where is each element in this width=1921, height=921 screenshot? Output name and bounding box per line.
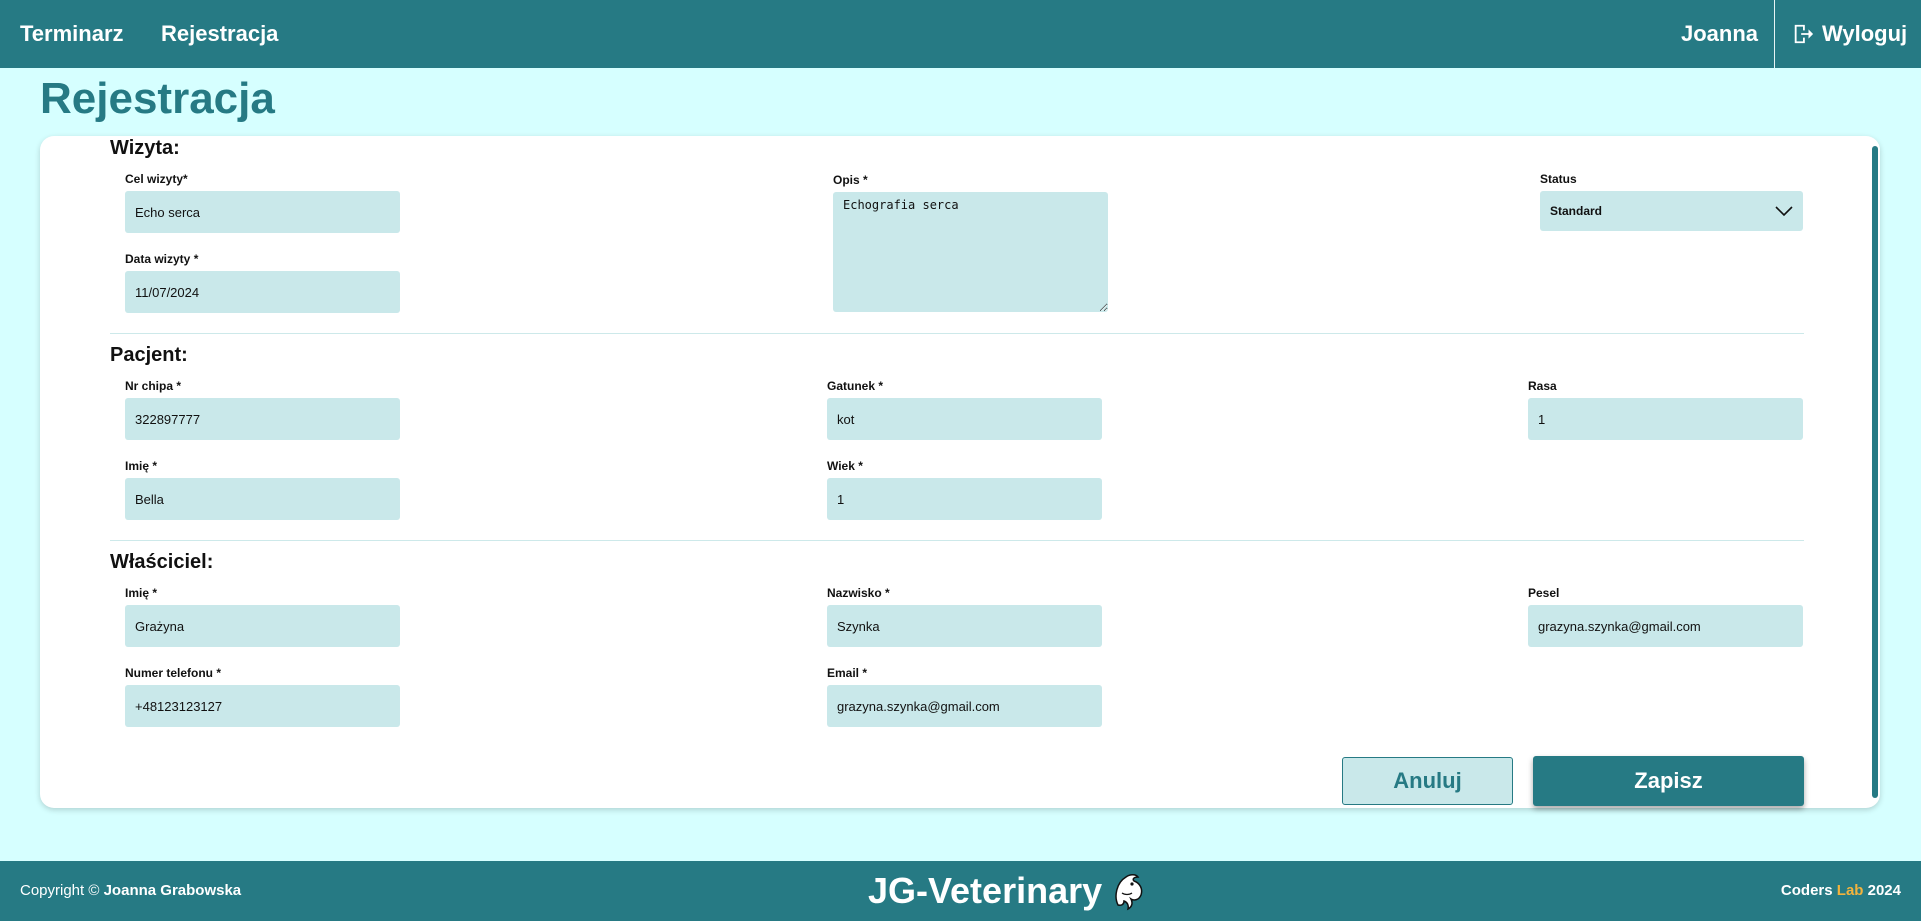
brand-name: JG-Veterinary — [868, 870, 1103, 911]
section-title-owner: Właściciel: — [110, 551, 214, 573]
section-divider-2 — [110, 540, 1804, 541]
owner-first-name-input[interactable] — [125, 605, 400, 647]
user-name: Joanna — [1680, 21, 1758, 46]
logout-icon — [1794, 24, 1814, 44]
copyright: Copyright © Joanna Grabowska — [20, 861, 241, 921]
visit-date-input[interactable] — [125, 271, 400, 313]
patient-chip-label: Nr chipa * — [125, 379, 182, 393]
scrollbar[interactable] — [1872, 146, 1878, 798]
page-title: Rejestracja — [40, 74, 275, 123]
visit-description-label: Opis * — [833, 173, 868, 187]
logout-button[interactable]: Wyloguj — [1792, 0, 1907, 68]
visit-status-label: Status — [1540, 172, 1577, 186]
copyright-name: Joanna Grabowska — [103, 882, 242, 899]
credits-year: 2024 — [1867, 882, 1901, 899]
section-title-patient: Pacjent: — [110, 344, 188, 366]
owner-last-name-label: Nazwisko * — [827, 586, 890, 600]
visit-description-textarea[interactable]: Echografia serca — [833, 192, 1108, 312]
owner-pesel-label: Pesel — [1528, 586, 1560, 600]
owner-first-name-label: Imię * — [125, 586, 158, 600]
credits-accent: Lab — [1836, 882, 1864, 899]
patient-chip-input[interactable] — [125, 398, 400, 440]
nav-rejestracja[interactable]: Rejestracja — [161, 0, 278, 68]
visit-date-label: Data wizyty * — [125, 252, 199, 266]
patient-name-label: Imię * — [125, 459, 158, 473]
registration-form-card: Wizyta: Cel wizyty* Data wizyty * Opis *… — [40, 136, 1880, 808]
section-divider-1 — [110, 333, 1804, 334]
patient-species-input[interactable] — [827, 398, 1102, 440]
copyright-prefix: Copyright © — [20, 882, 100, 899]
owner-phone-label: Numer telefonu * — [125, 666, 222, 680]
patient-breed-label: Rasa — [1528, 379, 1557, 393]
patient-species-label: Gatunek * — [827, 379, 884, 393]
top-navbar: Terminarz Rejestracja Joanna Wyloguj — [0, 0, 1921, 68]
credits-prefix: Coders — [1780, 882, 1833, 899]
credits: Coders Lab 2024 — [1781, 861, 1901, 921]
dolphin-icon — [1115, 874, 1143, 911]
owner-email-label: Email * — [827, 666, 868, 680]
logout-label: Wyloguj — [1822, 21, 1908, 46]
visit-purpose-input[interactable] — [125, 191, 400, 233]
chevron-down-icon — [1775, 206, 1793, 217]
visit-purpose-label: Cel wizyty* — [125, 172, 188, 186]
visit-status-select[interactable]: Standard — [1540, 191, 1803, 231]
brand[interactable]: JG-Veterinary — [868, 861, 1146, 921]
visit-status-value: Standard — [1550, 204, 1603, 218]
owner-email-input[interactable] — [827, 685, 1102, 727]
nav-terminarz[interactable]: Terminarz — [20, 0, 124, 68]
footer: Copyright © Joanna Grabowska JG-Veterina… — [0, 861, 1921, 921]
patient-name-input[interactable] — [125, 478, 400, 520]
save-button[interactable]: Zapisz — [1533, 756, 1804, 806]
section-title-visit: Wizyta: — [110, 137, 180, 159]
patient-age-label: Wiek * — [827, 459, 863, 473]
owner-pesel-input[interactable] — [1528, 605, 1803, 647]
nav-divider — [1774, 0, 1775, 68]
cancel-button[interactable]: Anuluj — [1342, 757, 1513, 805]
owner-last-name-input[interactable] — [827, 605, 1102, 647]
patient-breed-input[interactable] — [1528, 398, 1803, 440]
patient-age-input[interactable] — [827, 478, 1102, 520]
owner-phone-input[interactable] — [125, 685, 400, 727]
